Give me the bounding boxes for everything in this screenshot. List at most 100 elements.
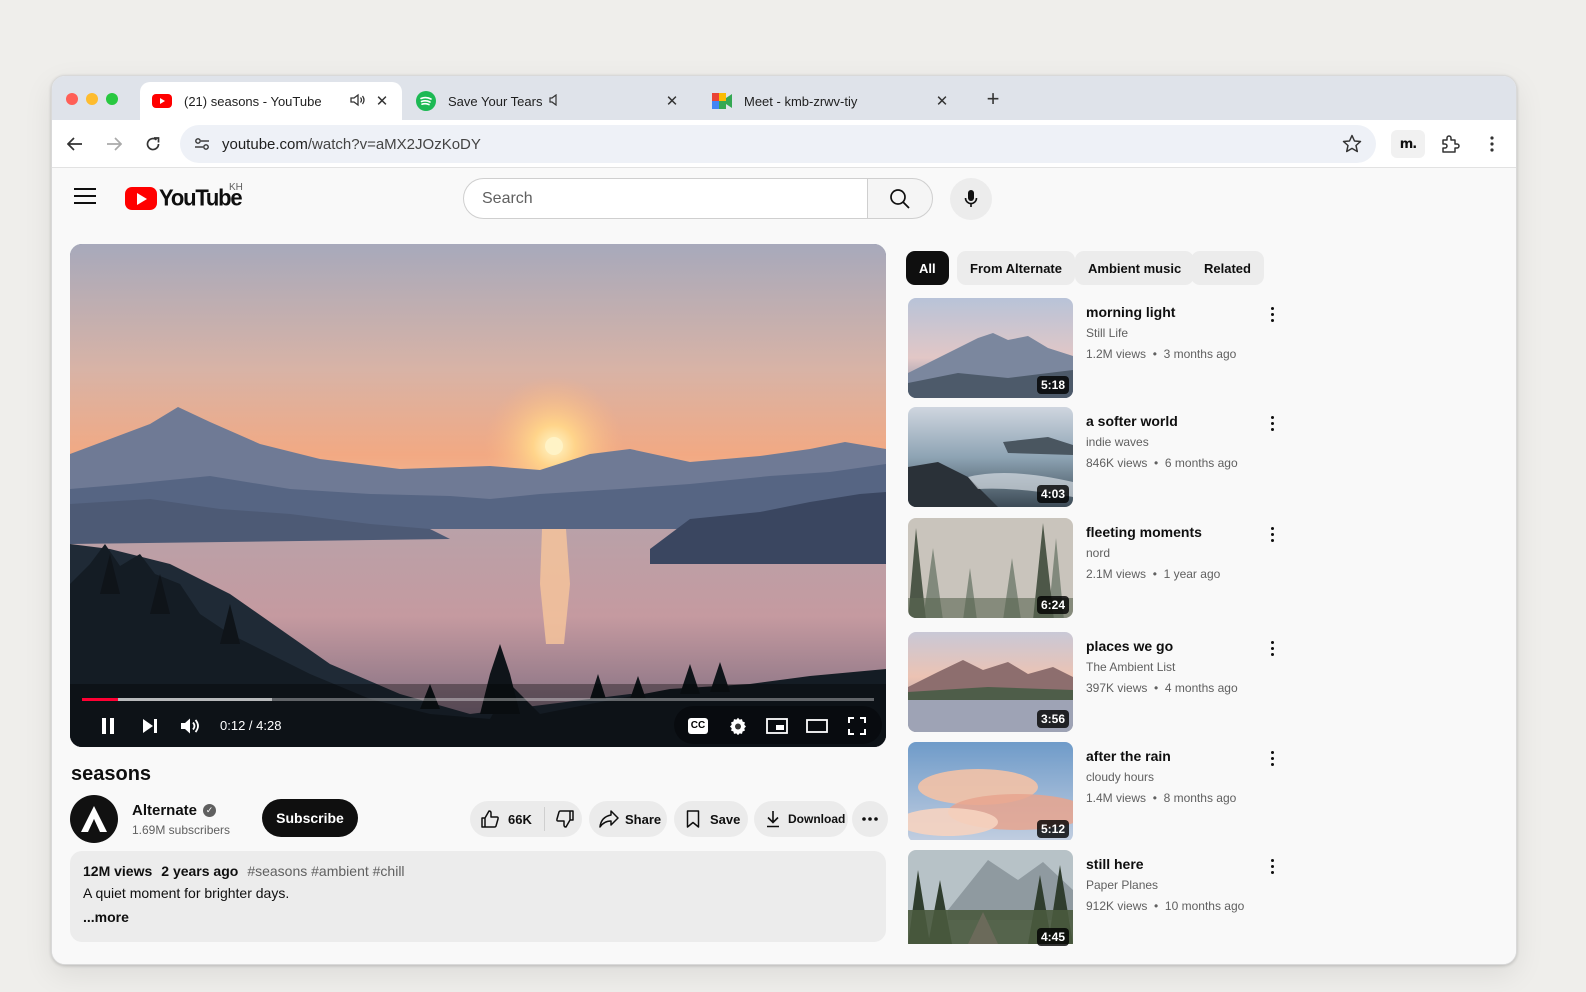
extensions-puzzle-icon[interactable] <box>1435 130 1465 158</box>
channel-name[interactable]: Alternate <box>132 802 197 819</box>
rec-menu-icon[interactable] <box>1264 304 1280 324</box>
thumbs-down-icon[interactable] <box>555 809 575 829</box>
browser-menu-icon[interactable] <box>1477 130 1507 158</box>
recommendation-item[interactable]: 5:12 after the rain cloudy hours 1.4M vi… <box>908 742 1288 842</box>
rec-title[interactable]: morning light <box>1086 304 1175 320</box>
chip-related[interactable]: Related <box>1191 251 1264 285</box>
youtube-play-logo-icon <box>125 186 157 210</box>
youtube-logo[interactable]: YouTube KH <box>125 182 243 211</box>
chip-all[interactable]: All <box>906 251 949 285</box>
new-tab-button[interactable]: + <box>982 88 1004 111</box>
video-thumbnail[interactable]: 4:45 <box>908 850 1073 950</box>
hamburger-menu-icon[interactable] <box>74 188 96 206</box>
search-icon <box>890 188 910 209</box>
rec-channel[interactable]: cloudy hours <box>1086 770 1154 784</box>
subscriber-count: 1.69M subscribers <box>132 823 231 837</box>
video-thumbnail[interactable]: 3:56 <box>908 632 1073 732</box>
rec-channel[interactable]: The Ambient List <box>1086 660 1175 674</box>
rec-title[interactable]: places we go <box>1086 638 1173 654</box>
video-progress-bar[interactable] <box>82 698 874 701</box>
url-path: /watch?v=aMX2JOzKoDY <box>307 135 481 153</box>
rec-channel[interactable]: Still Life <box>1086 326 1128 340</box>
tab-youtube[interactable]: (21) seasons - YouTube ✕ <box>140 82 402 120</box>
theater-mode-icon[interactable] <box>804 712 830 740</box>
tab-meet[interactable]: Meet - kmb-zrwv-tiy ✕ <box>700 82 962 120</box>
download-icon <box>766 810 780 828</box>
subscribe-button[interactable]: Subscribe <box>262 799 358 837</box>
rec-menu-icon[interactable] <box>1264 856 1280 876</box>
save-button[interactable]: Save <box>674 801 748 837</box>
meet-icon <box>712 91 732 111</box>
recommendation-item[interactable]: 4:03 a softer world indie waves 846K vie… <box>908 407 1288 507</box>
more-actions-button[interactable] <box>852 801 888 837</box>
next-video-icon[interactable] <box>138 712 162 740</box>
maximize-window-button[interactable] <box>106 93 118 105</box>
back-arrow-icon[interactable] <box>63 132 87 156</box>
chip-from-alternate[interactable]: From Alternate <box>957 251 1075 285</box>
rec-meta: 1.2M views • 3 months ago <box>1086 347 1237 361</box>
chip-ambient-music[interactable]: Ambient music <box>1075 251 1195 285</box>
fullscreen-icon[interactable] <box>844 712 870 740</box>
site-settings-icon[interactable] <box>192 134 212 154</box>
youtube-page: YouTube KH Search 0:12 / 4:28 CC seasons… <box>52 168 1516 964</box>
video-thumbnail[interactable]: 4:03 <box>908 407 1073 507</box>
rec-menu-icon[interactable] <box>1264 524 1280 544</box>
rec-title[interactable]: a softer world <box>1086 413 1178 429</box>
recommendation-item[interactable]: 6:24 fleeting moments nord 2.1M views • … <box>908 518 1288 618</box>
rec-meta: 846K views • 6 months ago <box>1086 456 1238 470</box>
close-window-button[interactable] <box>66 93 78 105</box>
volume-icon[interactable] <box>178 712 204 740</box>
close-tab-icon[interactable]: ✕ <box>932 91 952 111</box>
rec-menu-icon[interactable] <box>1264 638 1280 658</box>
forward-arrow-icon[interactable] <box>102 132 126 156</box>
minimize-window-button[interactable] <box>86 93 98 105</box>
close-tab-icon[interactable]: ✕ <box>662 91 682 111</box>
pause-icon[interactable] <box>96 712 120 740</box>
recommendation-item[interactable]: 3:56 places we go The Ambient List 397K … <box>908 632 1288 732</box>
share-arrow-icon <box>599 810 619 828</box>
description-box[interactable]: 12M views 2 years ago #seasons #ambient … <box>70 851 886 942</box>
video-thumbnail[interactable]: 6:24 <box>908 518 1073 618</box>
rec-channel[interactable]: Paper Planes <box>1086 878 1158 892</box>
extension-m-button[interactable]: m. <box>1391 130 1425 158</box>
rec-menu-icon[interactable] <box>1264 748 1280 768</box>
tab-spotify[interactable]: Save Your Tears • The Weeknd ✕ <box>404 82 692 120</box>
reload-icon[interactable] <box>141 132 165 156</box>
bookmark-icon <box>686 810 700 828</box>
speaker-icon[interactable] <box>350 93 366 110</box>
video-player[interactable]: 0:12 / 4:28 CC <box>70 244 886 747</box>
search-button[interactable] <box>867 178 933 219</box>
miniplayer-icon[interactable] <box>764 712 790 740</box>
rec-channel[interactable]: indie waves <box>1086 435 1149 449</box>
video-thumbnail[interactable]: 5:12 <box>908 742 1073 842</box>
muted-speaker-icon[interactable] <box>549 93 561 109</box>
share-button[interactable]: Share <box>589 801 667 837</box>
close-tab-icon[interactable]: ✕ <box>372 91 392 111</box>
search-input[interactable]: Search <box>463 178 867 219</box>
rec-meta: 912K views • 10 months ago <box>1086 899 1245 913</box>
settings-gear-icon[interactable] <box>726 712 750 740</box>
channel-name-row: Alternate ✓ <box>132 802 217 819</box>
voice-search-button[interactable] <box>950 178 992 220</box>
rec-menu-icon[interactable] <box>1264 413 1280 433</box>
show-more-link[interactable]: ...more <box>83 909 873 925</box>
recommendation-item[interactable]: 5:18 morning light Still Life 1.2M views… <box>908 298 1288 398</box>
played-bar <box>82 698 118 701</box>
total-time: 4:28 <box>256 718 282 733</box>
like-count[interactable]: 66K <box>508 812 532 827</box>
channel-avatar[interactable] <box>70 795 118 843</box>
video-thumbnail[interactable]: 5:18 <box>908 298 1073 398</box>
address-bar[interactable]: youtube.com/watch?v=aMX2JOzKoDY <box>180 125 1376 163</box>
hashtags[interactable]: #seasons #ambient #chill <box>247 863 404 879</box>
rec-title[interactable]: fleeting moments <box>1086 524 1202 540</box>
bookmark-star-icon[interactable] <box>1342 134 1362 158</box>
rec-channel[interactable]: nord <box>1086 546 1110 560</box>
rec-title[interactable]: still here <box>1086 856 1144 872</box>
download-button[interactable]: Download <box>754 801 848 837</box>
thumbs-up-icon[interactable] <box>480 809 500 829</box>
rec-title[interactable]: after the rain <box>1086 748 1171 764</box>
recommendation-item[interactable]: 4:45 still here Paper Planes 912K views … <box>908 850 1288 950</box>
video-title: seasons <box>71 763 152 785</box>
rec-meta: 397K views • 4 months ago <box>1086 681 1238 695</box>
captions-button[interactable]: CC <box>685 712 711 740</box>
